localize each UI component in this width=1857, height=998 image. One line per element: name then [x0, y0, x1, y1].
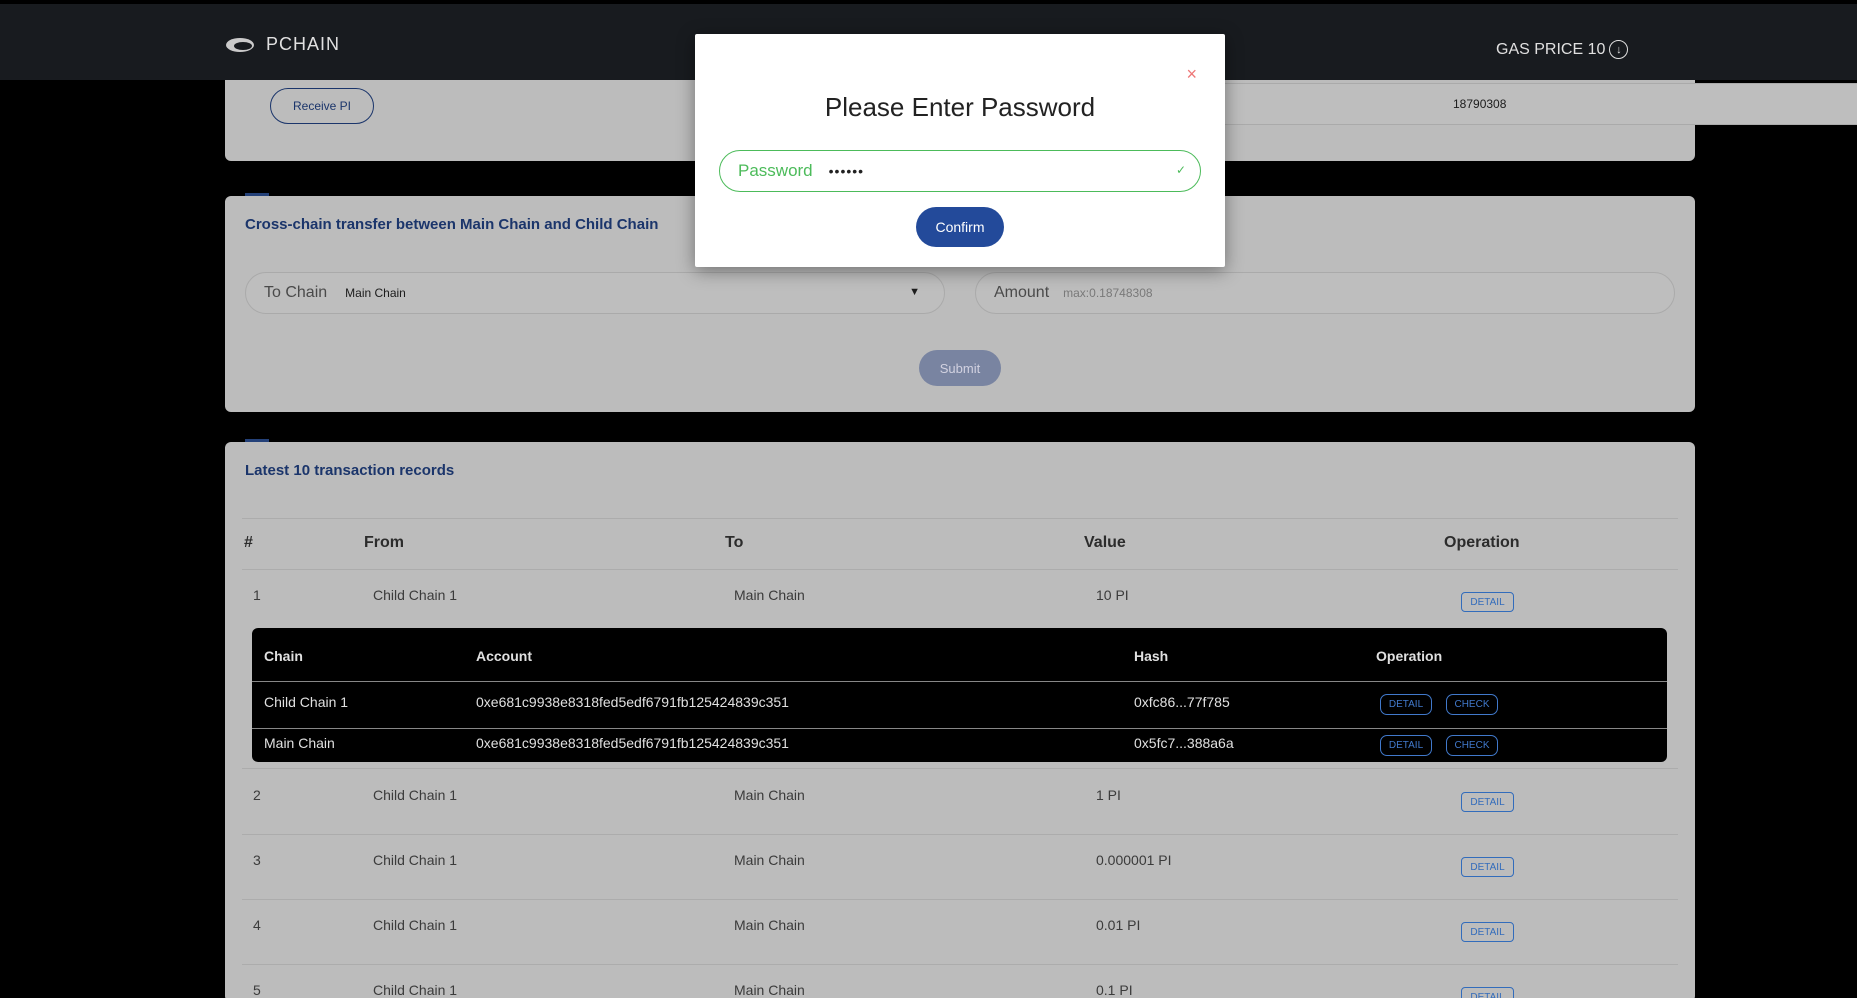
password-modal: × Please Enter Password Password •••••• …	[695, 34, 1225, 267]
modal-title: Please Enter Password	[824, 92, 1096, 122]
password-label: Password	[738, 161, 813, 180]
confirm-button[interactable]: Confirm	[916, 207, 1004, 247]
password-value: ••••••	[828, 163, 865, 179]
password-field[interactable]: Password •••••• ✓	[719, 150, 1201, 192]
close-icon[interactable]: ×	[1186, 64, 1197, 85]
check-icon: ✓	[1175, 163, 1186, 177]
